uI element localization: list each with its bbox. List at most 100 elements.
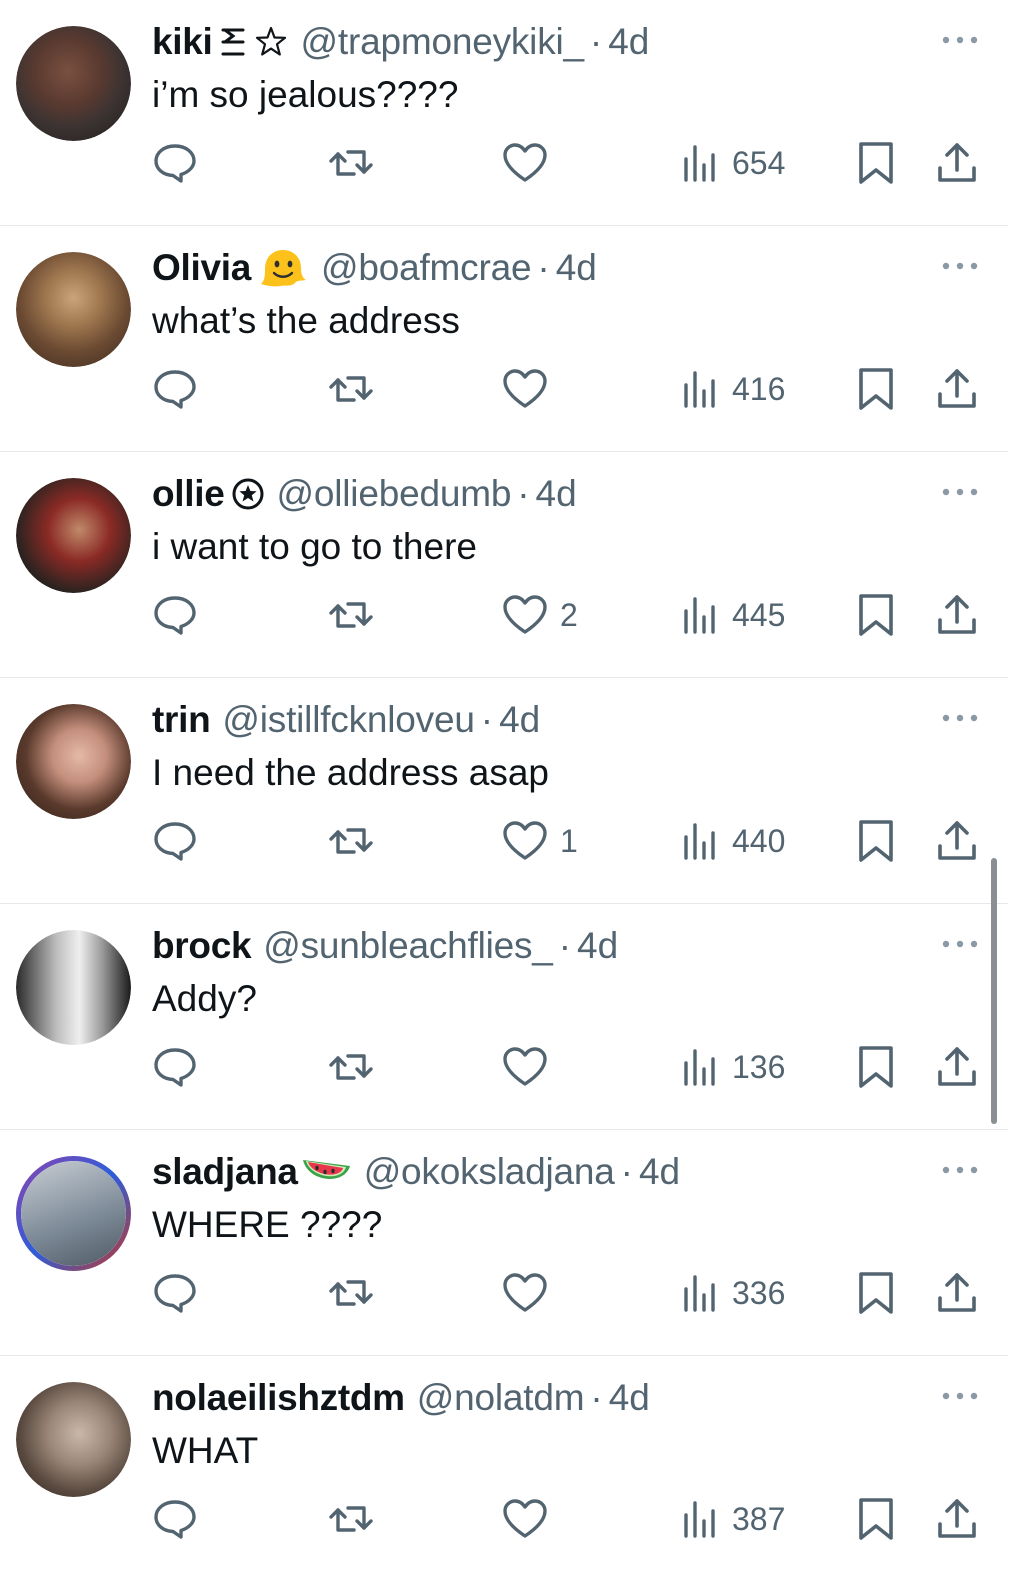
tweet-header: Olivia @boafmcrae · 4d <box>152 246 597 290</box>
retweet-button[interactable] <box>328 816 374 866</box>
avatar[interactable] <box>16 478 131 593</box>
share-button[interactable] <box>936 1268 978 1318</box>
like-icon <box>503 369 547 408</box>
avatar[interactable] <box>16 1156 131 1271</box>
retweet-button[interactable] <box>328 364 374 414</box>
timestamp[interactable]: 4d <box>556 247 597 289</box>
share-button[interactable] <box>936 364 978 414</box>
like-button[interactable] <box>502 1494 560 1544</box>
user-handle[interactable]: @boafmcrae <box>321 247 532 289</box>
reply-button[interactable] <box>152 590 198 640</box>
reply-button[interactable] <box>152 364 198 414</box>
like-button[interactable]: 2 <box>502 590 578 640</box>
views-button[interactable]: 445 <box>680 590 785 640</box>
bookmark-button[interactable] <box>856 816 896 866</box>
retweet-button[interactable] <box>328 138 374 188</box>
like-button[interactable] <box>502 1042 560 1092</box>
bookmark-button[interactable] <box>856 1494 896 1544</box>
views-button[interactable]: 654 <box>680 138 785 188</box>
timestamp[interactable]: 4d <box>639 1151 680 1193</box>
retweet-icon <box>329 1280 373 1306</box>
more-icon[interactable] <box>940 30 980 50</box>
retweet-icon <box>329 1054 373 1080</box>
reply-tweet[interactable]: ollie @olliebedumb · 4d i want to go to … <box>0 452 1008 678</box>
display-name[interactable]: nolaeilishztdm <box>152 1377 405 1419</box>
display-name[interactable]: Olivia <box>152 247 251 289</box>
display-name[interactable]: sladjana <box>152 1151 298 1193</box>
views-button[interactable]: 336 <box>680 1268 785 1318</box>
views-button[interactable]: 136 <box>680 1042 785 1092</box>
user-handle[interactable]: @sunbleachflies_ <box>263 925 553 967</box>
reply-tweet[interactable]: kiki @trapmoneykiki_ · 4d i’m so jealous… <box>0 0 1008 226</box>
avatar[interactable] <box>16 704 131 819</box>
display-name[interactable]: kiki <box>152 21 213 63</box>
user-handle[interactable]: @olliebedumb <box>277 473 512 515</box>
avatar[interactable] <box>16 252 131 367</box>
reply-tweet[interactable]: nolaeilishztdm @nolatdm · 4d WHAT 387 <box>0 1356 1008 1582</box>
reply-button[interactable] <box>152 816 198 866</box>
timestamp[interactable]: 4d <box>536 473 577 515</box>
timestamp[interactable]: 4d <box>609 1377 650 1419</box>
scrollbar[interactable] <box>991 858 997 1124</box>
bookmark-button[interactable] <box>856 1042 896 1092</box>
reply-button[interactable] <box>152 1268 198 1318</box>
display-name[interactable]: brock <box>152 925 252 967</box>
like-icon <box>503 1047 547 1086</box>
like-button[interactable] <box>502 138 560 188</box>
reply-tweet[interactable]: brock @sunbleachflies_ · 4d Addy? 136 <box>0 904 1008 1130</box>
timestamp[interactable]: 4d <box>499 699 540 741</box>
bookmark-button[interactable] <box>856 364 896 414</box>
reply-button[interactable] <box>152 1042 198 1092</box>
reply-button[interactable] <box>152 138 198 188</box>
share-button[interactable] <box>936 138 978 188</box>
separator-dot: · <box>517 473 530 514</box>
retweet-icon <box>329 602 373 628</box>
share-button[interactable] <box>936 1494 978 1544</box>
share-icon <box>938 595 976 634</box>
timestamp[interactable]: 4d <box>577 925 618 967</box>
user-handle[interactable]: @nolatdm <box>417 1377 585 1419</box>
more-icon[interactable] <box>940 1160 980 1180</box>
retweet-button[interactable] <box>328 590 374 640</box>
display-name[interactable]: trin <box>152 699 211 741</box>
reply-tweet[interactable]: sladjana @okoksladjana · 4d WHERE ???? 3… <box>0 1130 1008 1356</box>
views-button[interactable]: 387 <box>680 1494 785 1544</box>
bookmark-icon <box>859 1498 893 1540</box>
like-button[interactable] <box>502 1268 560 1318</box>
reply-tweet[interactable]: trin @istillfcknloveu · 4d I need the ad… <box>0 678 1008 904</box>
retweet-button[interactable] <box>328 1494 374 1544</box>
retweet-icon <box>329 150 373 176</box>
like-button[interactable]: 1 <box>502 816 578 866</box>
more-icon[interactable] <box>940 1386 980 1406</box>
retweet-button[interactable] <box>328 1042 374 1092</box>
timestamp[interactable]: 4d <box>608 21 649 63</box>
avatar-image <box>16 478 131 593</box>
share-button[interactable] <box>936 590 978 640</box>
bookmark-button[interactable] <box>856 138 896 188</box>
more-icon[interactable] <box>940 482 980 502</box>
avatar[interactable] <box>16 26 131 141</box>
reply-button[interactable] <box>152 1494 198 1544</box>
views-button[interactable]: 440 <box>680 816 785 866</box>
user-handle[interactable]: @istillfcknloveu <box>222 699 475 741</box>
user-handle[interactable]: @trapmoneykiki_ <box>301 21 585 63</box>
bookmark-icon <box>859 1046 893 1088</box>
tweet-header: trin @istillfcknloveu · 4d <box>152 698 540 742</box>
tweet-text: Addy? <box>152 978 257 1019</box>
more-icon[interactable] <box>940 256 980 276</box>
more-icon[interactable] <box>940 708 980 728</box>
retweet-button[interactable] <box>328 1268 374 1318</box>
display-name[interactable]: ollie <box>152 473 225 515</box>
share-button[interactable] <box>936 1042 978 1092</box>
reply-tweet[interactable]: Olivia @boafmcrae · 4d what’s the addres… <box>0 226 1008 452</box>
user-handle[interactable]: @okoksladjana <box>364 1151 615 1193</box>
bookmark-button[interactable] <box>856 590 896 640</box>
like-button[interactable] <box>502 364 560 414</box>
share-button[interactable] <box>936 816 978 866</box>
action-bar: 1 440 <box>0 816 1008 866</box>
views-button[interactable]: 416 <box>680 364 785 414</box>
bookmark-button[interactable] <box>856 1268 896 1318</box>
avatar[interactable] <box>16 1382 131 1497</box>
more-icon[interactable] <box>940 934 980 954</box>
avatar[interactable] <box>16 930 131 1045</box>
